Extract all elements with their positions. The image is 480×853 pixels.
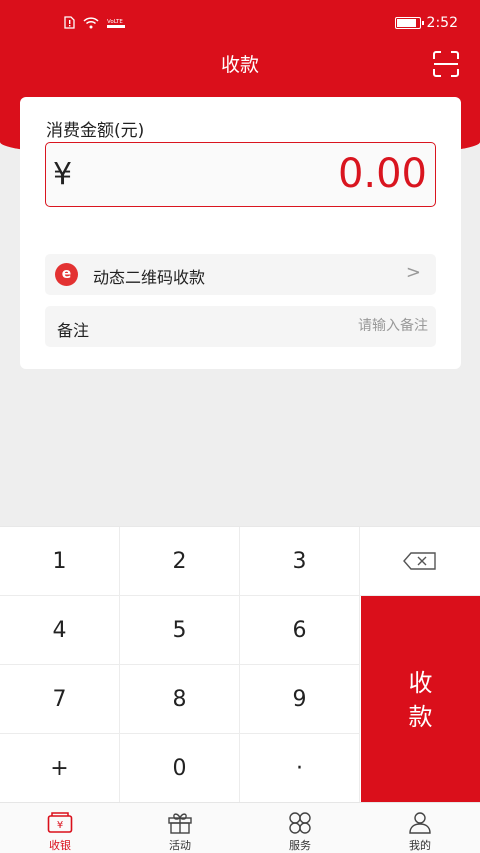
tab-label: 收银 [49, 839, 71, 852]
battery-icon [394, 17, 424, 29]
key-7[interactable]: 7 [0, 665, 120, 734]
dynamic-qr-row[interactable]: e 动态二维码收款 > [45, 254, 436, 295]
pay-label-bottom: 款 [408, 702, 433, 731]
key-plus[interactable]: + [0, 734, 120, 803]
amount-label: 消费金额(元) [46, 121, 145, 141]
bottom-tab-bar: ¥ 收银 活动 服务 我的 [0, 802, 480, 853]
battery-fill [396, 19, 417, 27]
key-8[interactable]: 8 [120, 665, 240, 734]
key-5[interactable]: 5 [120, 596, 240, 665]
qr-brand-icon: e [55, 263, 78, 286]
tab-cashier[interactable]: ¥ 收银 [0, 803, 120, 853]
svg-text:VoLTE: VoLTE [107, 19, 123, 25]
chevron-right-icon: > [405, 262, 421, 283]
status-bar: VoLTE 2:52 [0, 0, 480, 48]
tab-label: 活动 [169, 839, 191, 852]
collect-payment-button[interactable]: 收 款 [361, 596, 480, 803]
tab-label: 我的 [409, 839, 431, 852]
backspace-key[interactable] [360, 527, 480, 596]
amount-value: 0.00 [337, 151, 427, 197]
scan-icon[interactable] [432, 50, 460, 78]
key-6[interactable]: 6 [240, 596, 360, 665]
dynamic-qr-label: 动态二维码收款 [93, 268, 206, 287]
sim-alert-icon [64, 16, 75, 29]
key-decimal[interactable]: · [240, 734, 360, 803]
svg-text:¥: ¥ [57, 820, 63, 831]
key-3[interactable]: 3 [240, 527, 360, 596]
grid-icon [289, 812, 311, 834]
tab-label: 服务 [289, 839, 311, 852]
tab-services[interactable]: 服务 [240, 803, 360, 853]
volte-icon: VoLTE [107, 19, 125, 28]
wifi-icon [83, 16, 99, 28]
numeric-keypad: 1 2 3 4 5 6 7 8 9 + 0 · 收 款 [0, 526, 480, 803]
key-4[interactable]: 4 [0, 596, 120, 665]
status-time: 2:52 [426, 15, 458, 31]
payment-card: 消费金额(元) ¥ 0.00 e 动态二维码收款 > 备注 [20, 97, 461, 369]
amount-input[interactable]: ¥ 0.00 [45, 142, 436, 207]
note-label: 备注 [57, 321, 90, 340]
tab-mine[interactable]: 我的 [360, 803, 480, 853]
key-0[interactable]: 0 [120, 734, 240, 803]
key-9[interactable]: 9 [240, 665, 360, 734]
note-row: 备注 [45, 306, 436, 347]
tab-activity[interactable]: 活动 [120, 803, 240, 853]
user-icon [409, 812, 431, 834]
page-title: 收款 [220, 54, 259, 76]
key-2[interactable]: 2 [120, 527, 240, 596]
backspace-icon [403, 552, 436, 570]
gift-icon [168, 813, 192, 834]
pay-label-top: 收 [408, 668, 433, 697]
note-input[interactable] [228, 314, 428, 338]
currency-symbol: ¥ [53, 157, 73, 192]
key-1[interactable]: 1 [0, 527, 120, 596]
cashier-icon: ¥ [47, 812, 73, 833]
